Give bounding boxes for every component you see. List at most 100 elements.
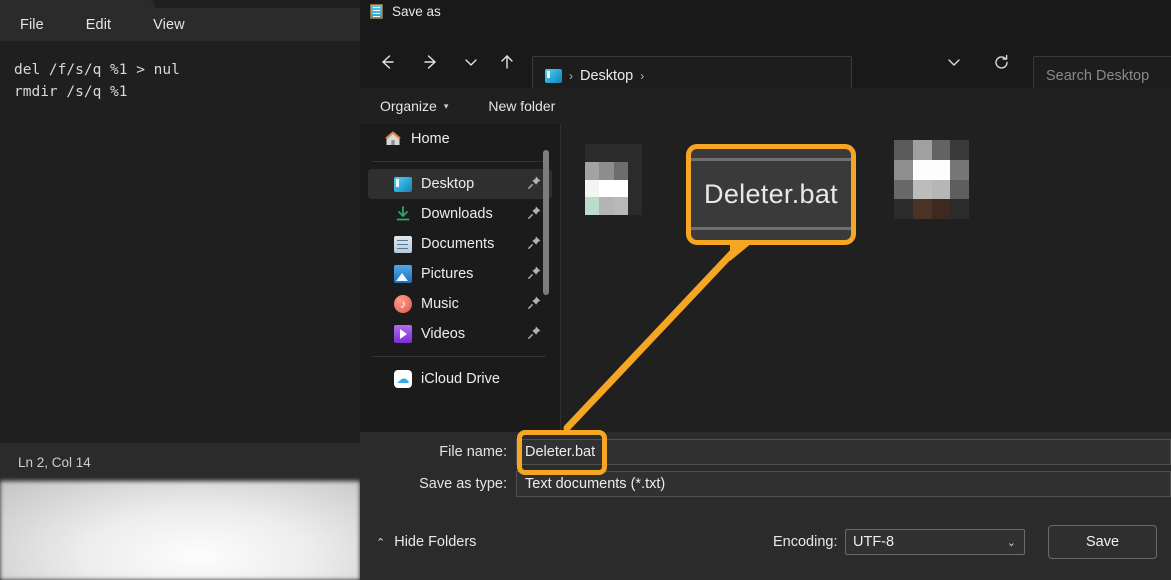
- thumbnail-pixel: [599, 180, 613, 198]
- music-icon: ♪: [394, 295, 412, 313]
- pin-icon[interactable]: [527, 175, 542, 193]
- editor-line: del /f/s/q %1 > nul: [14, 59, 360, 81]
- thumbnail-pixel: [614, 162, 628, 180]
- save-form: File name: Deleter.bat Save as type: Tex…: [360, 432, 1171, 504]
- pin-icon[interactable]: [527, 265, 542, 283]
- file-name-row: File name: Deleter.bat: [360, 438, 1171, 466]
- dialog-title-bar: Save as: [360, 0, 1171, 22]
- chevron-up-icon: ⌃: [376, 536, 385, 549]
- editor-line: rmdir /s/q %1: [14, 81, 360, 103]
- sidebar-item-videos[interactable]: Videos: [368, 319, 552, 349]
- thumbnail-pixel: [628, 162, 642, 180]
- sidebar-divider: [372, 356, 546, 357]
- breadcrumb-item-desktop[interactable]: Desktop: [580, 68, 633, 84]
- thumbnail-pixel: [614, 197, 628, 215]
- back-icon[interactable]: [372, 47, 402, 77]
- pin-icon[interactable]: [527, 295, 542, 313]
- sidebar-item-music[interactable]: ♪ Music: [368, 289, 552, 319]
- download-icon: [394, 205, 412, 223]
- notepad-text-area[interactable]: del /f/s/q %1 > nul rmdir /s/q %1: [0, 41, 360, 443]
- encoding-value: UTF-8: [853, 534, 894, 550]
- save-as-type-row: Save as type: Text documents (*.txt): [360, 470, 1171, 498]
- thumbnail-pixel: [599, 162, 613, 180]
- notepad-document-icon: [370, 4, 383, 19]
- pin-icon[interactable]: [527, 235, 542, 253]
- thumbnail-pixel: [894, 140, 913, 160]
- desktop-icon: [545, 69, 562, 83]
- menu-file[interactable]: File: [10, 13, 54, 37]
- encoding-label: Encoding:: [773, 534, 838, 550]
- notepad-menubar: File Edit View: [0, 8, 360, 41]
- refresh-icon[interactable]: [987, 48, 1015, 76]
- thumbnail-pixel: [913, 180, 932, 200]
- breadcrumb-separator: ›: [569, 69, 573, 83]
- blurred-desktop-background: [0, 481, 360, 580]
- thumbnail-pixel: [585, 197, 599, 215]
- thumbnail-pixel: [950, 160, 969, 180]
- sidebar-label: Home: [411, 131, 450, 147]
- thumbnail-pixel: [628, 180, 642, 198]
- breadcrumb-separator: ›: [640, 69, 644, 83]
- file-name-value: Deleter.bat: [525, 444, 595, 460]
- chevron-down-icon: ▾: [444, 101, 449, 112]
- thumbnail-pixel: [599, 144, 613, 162]
- sidebar-label: Videos: [421, 326, 465, 342]
- sidebar-item-home[interactable]: Home: [368, 124, 552, 154]
- thumbnail-pixel: [950, 140, 969, 160]
- thumbnail-pixel: [628, 144, 642, 162]
- hide-folders-label: Hide Folders: [394, 534, 476, 550]
- menu-edit[interactable]: Edit: [76, 13, 121, 37]
- thumbnail-pixel: [913, 160, 932, 180]
- file-thumbnail[interactable]: [894, 140, 969, 219]
- thumbnail-pixel: [585, 144, 599, 162]
- menu-view[interactable]: View: [143, 13, 195, 37]
- sidebar-label: Pictures: [421, 266, 473, 282]
- save-as-type-label: Save as type:: [360, 476, 516, 492]
- dialog-title: Save as: [392, 4, 441, 19]
- save-as-type-value: Text documents (*.txt): [525, 476, 665, 492]
- search-placeholder: Search Desktop: [1046, 68, 1149, 84]
- hide-folders-button[interactable]: ⌃ Hide Folders: [376, 534, 476, 550]
- breadcrumb-chevron-down-icon[interactable]: [940, 48, 968, 76]
- organize-button[interactable]: Organize ▾: [374, 94, 454, 118]
- sidebar-item-icloud-drive[interactable]: ☁ iCloud Drive: [368, 364, 552, 394]
- encoding-select[interactable]: UTF-8 ⌄: [845, 529, 1025, 555]
- sidebar-item-pictures[interactable]: Pictures: [368, 259, 552, 289]
- sidebar-item-downloads[interactable]: Downloads: [368, 199, 552, 229]
- home-icon: [384, 130, 402, 148]
- notepad-status-bar: Ln 2, Col 14: [0, 443, 360, 481]
- sidebar-label: Documents: [421, 236, 494, 252]
- save-button[interactable]: Save: [1048, 525, 1157, 559]
- thumbnail-pixel: [599, 197, 613, 215]
- thumbnail-pixel: [950, 180, 969, 200]
- file-name-input[interactable]: Deleter.bat: [516, 439, 1171, 465]
- sidebar-item-documents[interactable]: Documents: [368, 229, 552, 259]
- sidebar-scrollbar[interactable]: [543, 150, 549, 295]
- file-list-area[interactable]: [561, 124, 1171, 432]
- cursor-position-status: Ln 2, Col 14: [0, 455, 91, 470]
- notepad-window: File Edit View del /f/s/q %1 > nul rmdir…: [0, 0, 360, 580]
- recent-locations-chevron-down-icon[interactable]: [456, 47, 486, 77]
- dialog-toolbar: Organize ▾ New folder: [360, 88, 1171, 124]
- forward-icon[interactable]: [416, 47, 446, 77]
- pin-icon[interactable]: [527, 205, 542, 223]
- new-folder-button[interactable]: New folder: [482, 94, 561, 118]
- thumbnail-pixel: [913, 140, 932, 160]
- thumbnail-pixel: [932, 199, 951, 219]
- dialog-footer: ⌃ Hide Folders Encoding: UTF-8 ⌄ Save: [360, 504, 1171, 580]
- thumbnail-pixel: [614, 144, 628, 162]
- dialog-navigation-bar: › Desktop › Search Desktop: [360, 22, 1171, 88]
- file-thumbnail[interactable]: [585, 144, 642, 215]
- pin-icon[interactable]: [527, 325, 542, 343]
- save-as-dialog: Save as › Desktop › Search Desktop: [360, 0, 1171, 580]
- document-icon: [394, 236, 412, 253]
- sidebar-item-desktop[interactable]: Desktop: [368, 169, 552, 199]
- thumbnail-pixel: [913, 199, 932, 219]
- sidebar-label: iCloud Drive: [421, 371, 500, 387]
- notepad-tab[interactable]: [0, 0, 155, 8]
- navigation-sidebar: Home Desktop Downloads Documents: [360, 124, 560, 432]
- sidebar-divider: [372, 161, 546, 162]
- up-one-level-icon[interactable]: [492, 47, 522, 77]
- thumbnail-pixel: [932, 180, 951, 200]
- save-as-type-select[interactable]: Text documents (*.txt): [516, 471, 1171, 497]
